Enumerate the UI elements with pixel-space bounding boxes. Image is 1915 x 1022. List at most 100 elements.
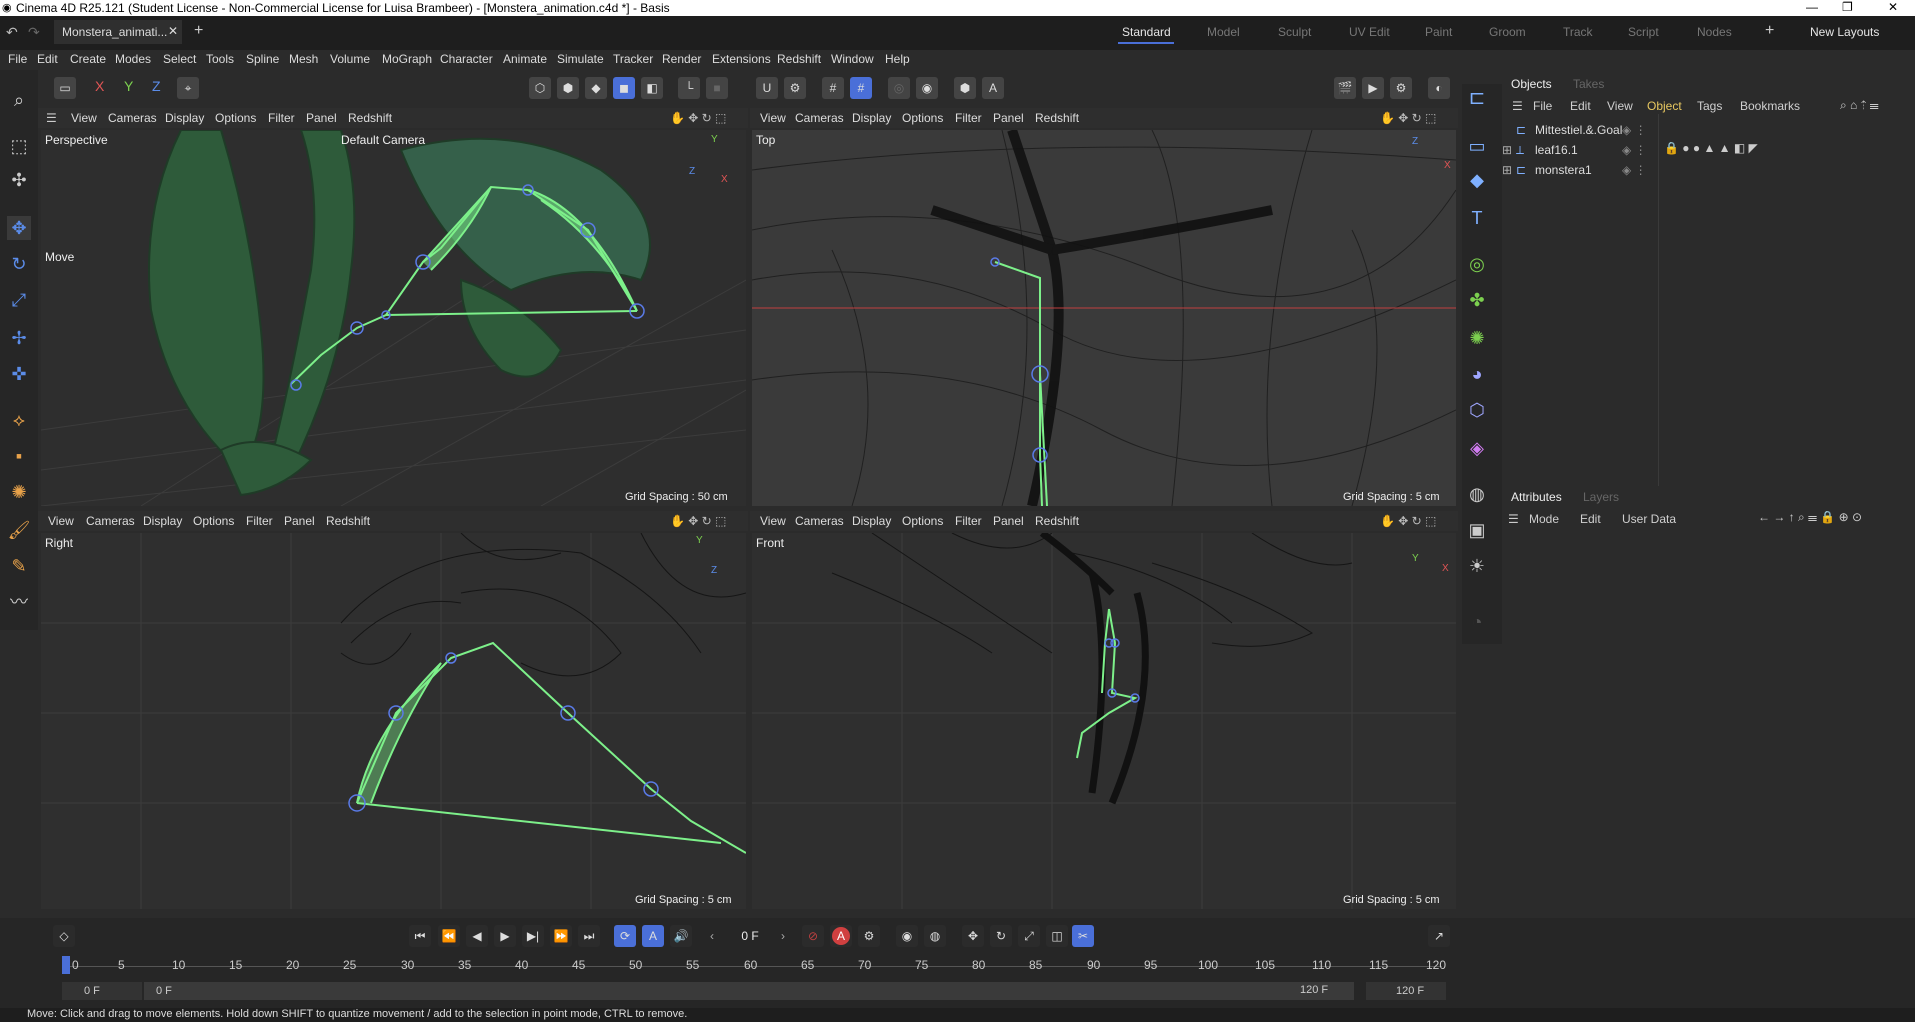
front-viewport[interactable]: YX Front Grid Spacing : 5 cm [752, 533, 1456, 909]
objects-menu-edit[interactable]: Edit [1570, 99, 1591, 113]
right-viewport[interactable]: ZY Right Grid Spacing : 5 cm [41, 533, 746, 909]
vp3-redshift[interactable]: Redshift [326, 514, 370, 528]
render-settings-icon[interactable]: ⚙ [1390, 77, 1412, 99]
axis-x-button[interactable]: X [95, 78, 104, 94]
tab-takes[interactable]: Takes [1573, 77, 1604, 91]
object-row-mittestiel[interactable]: Mittestiel.&.Goal [1535, 123, 1622, 137]
points-mode-icon[interactable]: ⬡ [529, 77, 551, 99]
vp4-view[interactable]: View [760, 514, 786, 528]
playhead[interactable] [62, 956, 70, 974]
vp4-display[interactable]: Display [852, 514, 891, 528]
tab-layers[interactable]: Layers [1583, 490, 1619, 504]
spline-pen-icon[interactable]: 〰 [7, 590, 31, 614]
objects-menu-view[interactable]: View [1607, 99, 1633, 113]
redshift-ipr-icon[interactable]: A [982, 77, 1004, 99]
vp4-options[interactable]: Options [902, 514, 943, 528]
menu-select[interactable]: Select [163, 52, 196, 66]
magnet-icon[interactable]: U [756, 77, 778, 99]
light-icon[interactable]: ☀ [1465, 554, 1489, 578]
go-to-end-icon[interactable]: ⏭ [578, 925, 600, 947]
menu-mesh[interactable]: Mesh [289, 52, 318, 66]
vp2-cameras[interactable]: Cameras [795, 111, 844, 125]
vp3-options[interactable]: Options [193, 514, 234, 528]
next-frame-icon[interactable]: ▶| [522, 925, 544, 947]
objects-menu-object[interactable]: Object [1647, 99, 1682, 113]
start-frame-field[interactable]: 0 F [62, 982, 142, 1000]
menu-help[interactable]: Help [885, 52, 910, 66]
vp3-filter[interactable]: Filter [246, 514, 273, 528]
vp2-view[interactable]: View [760, 111, 786, 125]
vp4-nav-icons[interactable]: ✋ ✥ ↻ ⬚ [1380, 514, 1436, 528]
visibility-icon[interactable]: ◈ ⋮ [1622, 123, 1647, 137]
keyframe-icon[interactable]: ◇ [53, 925, 75, 947]
vp1-display[interactable]: Display [165, 111, 204, 125]
add-layout-icon[interactable]: + [1765, 22, 1774, 40]
preview-range-slider[interactable]: 0 F [144, 982, 1354, 1000]
layout-script[interactable]: Script [1628, 25, 1659, 39]
camera-label[interactable]: Default Camera [341, 133, 425, 147]
workplane-icon[interactable]: └ [678, 77, 700, 99]
layout-standard[interactable]: Standard [1122, 25, 1171, 39]
field-icon[interactable]: ⬡ [1465, 398, 1489, 422]
menu-mograph[interactable]: MoGraph [382, 52, 432, 66]
menu-file[interactable]: File [8, 52, 27, 66]
menu-render[interactable]: Render [662, 52, 701, 66]
maximize-icon[interactable]: ❐ [1842, 0, 1853, 14]
key-rotation-icon[interactable]: ↻ [990, 925, 1012, 947]
visibility-icon-3[interactable]: ◈ ⋮ [1622, 163, 1647, 177]
undo-icon[interactable]: ↶ [6, 24, 18, 41]
coordinate-system-icon[interactable]: ⌖ [177, 77, 199, 99]
go-to-start-icon[interactable]: ⏮ [409, 925, 431, 947]
layout-track[interactable]: Track [1563, 25, 1593, 39]
key-param-icon[interactable]: ◫ [1046, 925, 1068, 947]
grid-snap-icon[interactable]: # [850, 77, 872, 99]
menu-spline[interactable]: Spline [246, 52, 279, 66]
vp1-cameras[interactable]: Cameras [108, 111, 157, 125]
menu-animate[interactable]: Animate [503, 52, 547, 66]
vp1-redshift[interactable]: Redshift [348, 111, 392, 125]
object-row-monstera1[interactable]: monstera1 [1535, 163, 1592, 177]
new-layouts-button[interactable]: New Layouts [1810, 25, 1879, 39]
vp2-redshift[interactable]: Redshift [1035, 111, 1079, 125]
smooth-tool-icon[interactable]: ✎ [7, 554, 31, 578]
current-frame-field[interactable]: 0 F [720, 926, 780, 946]
document-tab[interactable]: Monstera_animati... ✕ [54, 20, 182, 44]
render-picture-viewer-icon[interactable]: ▶ [1362, 77, 1384, 99]
tab-objects[interactable]: Objects [1511, 77, 1552, 91]
model-mode-icon[interactable]: ◼ [613, 77, 635, 99]
mograph-icon[interactable]: ✤ [1465, 288, 1489, 312]
paint-tool-icon[interactable]: ✺ [7, 480, 31, 504]
scale-tool-icon[interactable]: ⤢ [7, 288, 31, 312]
interactive-render-icon[interactable]: ◉ [916, 77, 938, 99]
objects-menu-tags[interactable]: Tags [1697, 99, 1722, 113]
redshift-icon[interactable]: ⬢ [954, 77, 976, 99]
expand-icon[interactable]: ⊞ [1502, 143, 1512, 157]
top-viewport[interactable]: ZX Top Grid Spacing : 5 cm [752, 130, 1456, 506]
team-render-icon[interactable]: ◐ [1428, 77, 1450, 99]
attributes-menu-mode[interactable]: Mode [1529, 512, 1559, 526]
environment-icon[interactable]: ◍ [1465, 482, 1489, 506]
selection-icon[interactable]: ⬚ [7, 134, 31, 158]
vp2-filter[interactable]: Filter [955, 111, 982, 125]
move-tool-icon[interactable]: ✥ [7, 216, 31, 240]
transfer-tool-icon[interactable]: ✢ [7, 326, 31, 350]
object-row-leaf16[interactable]: leaf16.1 [1535, 143, 1578, 157]
tag-icon[interactable]: ◔ [1465, 610, 1489, 634]
key-timing-icon[interactable]: ◍ [924, 925, 946, 947]
previous-frame-icon[interactable]: ◀ [466, 925, 488, 947]
vp3-nav-icons[interactable]: ✋ ✥ ↻ ⬚ [670, 514, 726, 528]
attributes-nav-icons[interactable]: ← → ↑ ⌕ ☰ 🔒 ⊕ ⊙ [1758, 510, 1862, 525]
next-key-icon[interactable]: ⏩ [550, 925, 572, 947]
menu-edit[interactable]: Edit [37, 52, 58, 66]
render-region-icon[interactable]: ◎ [888, 77, 910, 99]
layout-paint[interactable]: Paint [1425, 25, 1452, 39]
objects-hamburger-icon[interactable]: ☰ [1512, 99, 1523, 113]
key-scale-icon[interactable]: ⤢ [1018, 925, 1040, 947]
autokey-icon[interactable]: A [830, 925, 852, 947]
menu-extensions[interactable]: Extensions [712, 52, 771, 66]
attributes-hamburger-icon[interactable]: ☰ [1508, 512, 1519, 526]
tab-attributes[interactable]: Attributes [1511, 490, 1562, 504]
key-pla-icon[interactable]: ✂ [1072, 925, 1094, 947]
vp1-filter[interactable]: Filter [268, 111, 295, 125]
cloner-icon[interactable]: ◎ [1465, 252, 1489, 276]
